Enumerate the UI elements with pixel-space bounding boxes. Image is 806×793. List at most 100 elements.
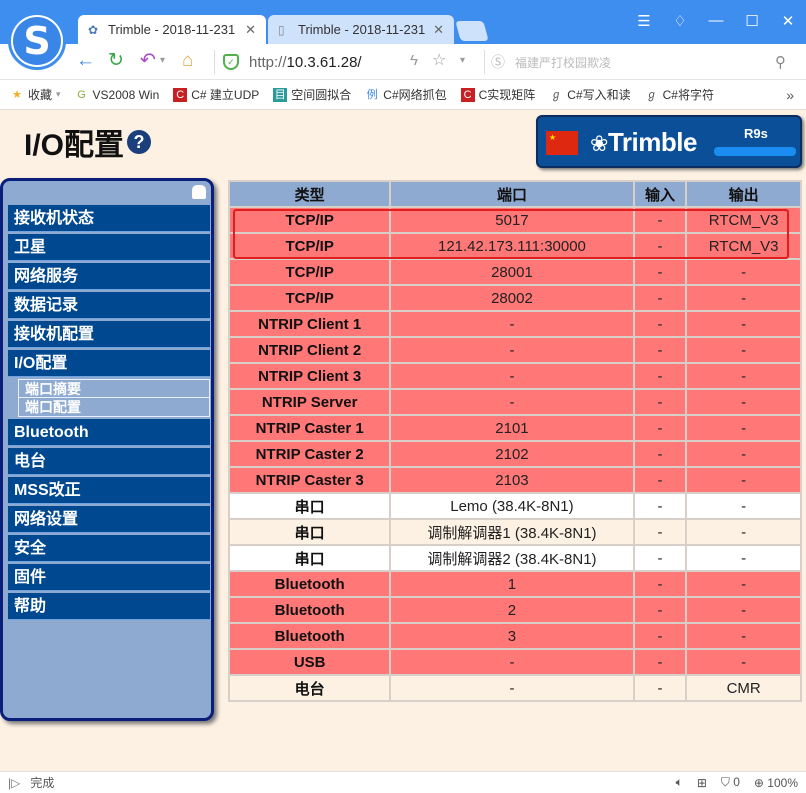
cell-port: - bbox=[389, 388, 635, 416]
table-row[interactable]: Bluetooth 3- - bbox=[227, 622, 802, 650]
sidebar-item-bluetooth[interactable]: Bluetooth bbox=[8, 419, 210, 446]
cell-port: 5017 bbox=[389, 206, 635, 234]
table-row[interactable]: NTRIP Client 3--- bbox=[227, 362, 802, 390]
undo-icon[interactable]: ↶ bbox=[140, 51, 156, 71]
column-header-input: 输入 bbox=[632, 180, 688, 208]
cell-output: - bbox=[685, 362, 802, 390]
column-header-output: 输出 bbox=[685, 180, 802, 208]
table-row[interactable]: TCP/IP 5017- RTCM_V3 bbox=[227, 206, 802, 234]
lightning-icon[interactable]: ϟ bbox=[410, 51, 418, 71]
sidebar-item-mss[interactable]: MSS改正 bbox=[8, 477, 210, 504]
bookmark-item[interactable]: C C# 建立UDP bbox=[173, 86, 259, 103]
sidebar-item-help[interactable]: 帮助 bbox=[8, 593, 210, 620]
table-row[interactable]: Bluetooth 1- - bbox=[227, 570, 802, 598]
table-row[interactable]: 串口 Lemo (38.4K-8N1) - - bbox=[227, 492, 802, 520]
sidebar-subitem-port-config[interactable]: 端口配置 bbox=[19, 398, 209, 416]
cell-output: CMR bbox=[685, 674, 802, 702]
cell-output: - bbox=[685, 466, 802, 494]
cell-input: - bbox=[632, 310, 688, 338]
paw-icon: ℊ bbox=[646, 88, 658, 101]
bookmark-item[interactable]: 目空间圆拟合 bbox=[273, 86, 351, 103]
sidebar-item-network-settings[interactable]: 网络设置 bbox=[8, 506, 210, 533]
bookmark-item[interactable]: ℊ C#将字符 bbox=[645, 86, 714, 103]
close-tab-icon[interactable]: ✕ bbox=[245, 22, 256, 38]
magnifier-icon[interactable]: ⚲ bbox=[775, 53, 786, 71]
model-label: R9s bbox=[744, 126, 768, 141]
cell-input: - bbox=[632, 596, 688, 624]
menu-icon[interactable]: ☰ bbox=[626, 12, 662, 30]
sidebar-item-receiver-config[interactable]: 接收机配置 bbox=[8, 321, 210, 348]
sidebar-item-receiver-status[interactable]: 接收机状态 bbox=[8, 205, 210, 232]
close-window-icon[interactable]: ✕ bbox=[770, 12, 806, 30]
cell-port: - bbox=[389, 674, 635, 702]
table-row[interactable]: NTRIP Client 1--- bbox=[227, 310, 802, 338]
new-tab-button[interactable] bbox=[455, 21, 489, 41]
table-row[interactable]: NTRIP Client 2--- bbox=[227, 336, 802, 364]
table-row[interactable]: NTRIP Server - - - bbox=[227, 388, 802, 416]
bookmark-item[interactable]: C C实现矩阵 bbox=[460, 86, 535, 103]
home-icon[interactable]: ⌂ bbox=[182, 51, 193, 71]
refresh-icon[interactable]: ↻ bbox=[108, 51, 124, 71]
star-icon[interactable]: ☆ bbox=[432, 51, 446, 71]
skin-icon[interactable]: ♢ bbox=[662, 12, 698, 30]
bookmark-item[interactable]: ℊ C#写入和读 bbox=[549, 86, 631, 103]
speaker-icon[interactable]: 🔈︎ bbox=[676, 775, 683, 790]
help-icon[interactable]: ? bbox=[127, 130, 152, 154]
sidebar-item-network-services[interactable]: 网络服务 bbox=[8, 263, 210, 290]
sidebar-item-firmware[interactable]: 固件 bbox=[8, 564, 210, 591]
table-row[interactable]: 串口 调制解调器2 (38.4K-8N1) - - bbox=[227, 544, 802, 572]
cell-input: - bbox=[632, 388, 688, 416]
bookmark-item[interactable]: 例 C#网络抓包 bbox=[365, 86, 447, 103]
table-row[interactable]: TCP/IP 121.42.173.111:30000- RTCM_V3 bbox=[227, 232, 802, 260]
tab-inactive[interactable]: ▯ Trimble - 2018-11-231 ✕ bbox=[268, 15, 454, 44]
sidebar-item-io-config[interactable]: I/O配置 bbox=[8, 350, 210, 377]
zoom-icon[interactable]: ⊕ 100% bbox=[754, 776, 798, 790]
cell-output: - bbox=[685, 258, 802, 286]
cell-type: TCP/IP bbox=[227, 284, 392, 312]
cell-input: - bbox=[632, 648, 688, 676]
table-row[interactable]: NTRIP Caster 1 2101- - bbox=[227, 414, 802, 442]
adblock-icon[interactable]: ⛉ 0 bbox=[721, 775, 740, 790]
cell-input: - bbox=[632, 440, 688, 468]
chevron-down-icon[interactable]: ▾ bbox=[460, 51, 465, 71]
maximize-icon[interactable]: ☐ bbox=[734, 12, 770, 30]
more-bookmarks-button[interactable]: » bbox=[786, 87, 794, 103]
search-input[interactable]: Ⓢ 福建严打校园欺凌 ⚲ bbox=[484, 50, 798, 74]
sidebar-item-data-logging[interactable]: 数据记录 bbox=[8, 292, 210, 319]
c-icon: C bbox=[173, 87, 188, 102]
download-icon[interactable]: ⊞ bbox=[697, 776, 707, 790]
play-icon[interactable]: |▷ bbox=[8, 776, 20, 790]
table-row[interactable]: TCP/IP 28001- - bbox=[227, 258, 802, 286]
bookmark-item[interactable]: G VS2008 Win bbox=[75, 88, 159, 102]
sidebar-item-satellites[interactable]: 卫星 bbox=[8, 234, 210, 261]
lock-icon[interactable] bbox=[192, 185, 206, 199]
minimize-icon[interactable]: — bbox=[698, 12, 734, 30]
table-row[interactable]: Bluetooth 2- - bbox=[227, 596, 802, 624]
browser-logo: S bbox=[8, 12, 66, 70]
sidebar-item-security[interactable]: 安全 bbox=[8, 535, 210, 562]
chevron-down-icon[interactable]: ▾ bbox=[160, 51, 165, 71]
table-row[interactable]: USB - - - bbox=[227, 648, 802, 676]
zoom-level: 100% bbox=[767, 775, 798, 790]
sidebar-item-radio[interactable]: 电台 bbox=[8, 448, 210, 475]
table-row[interactable]: NTRIP Caster 3 2103- - bbox=[227, 466, 802, 494]
cell-type: Bluetooth bbox=[227, 596, 392, 624]
back-arrow-icon[interactable]: ← bbox=[76, 51, 95, 71]
tab-active[interactable]: ✿ Trimble - 2018-11-231 ✕ bbox=[78, 15, 266, 44]
table-row[interactable]: 串口 调制解调器1 (38.4K-8N1) - - bbox=[227, 518, 802, 546]
bookmark-favorites[interactable]: ★ 收藏 ▾ bbox=[10, 86, 60, 103]
table-row[interactable]: NTRIP Caster 2 2102- - bbox=[227, 440, 802, 468]
cell-port: 28002 bbox=[389, 284, 635, 312]
column-header-type: 类型 bbox=[227, 180, 392, 208]
bookmarks-bar: ★ 收藏 ▾ G VS2008 Win C C# 建立UDP 目空间圆拟合 例 C#网络抓… bbox=[0, 80, 806, 110]
close-tab-icon[interactable]: ✕ bbox=[433, 22, 444, 38]
sidebar-subitem-port-summary[interactable]: 端口摘要 bbox=[19, 380, 209, 398]
cell-input: - bbox=[632, 414, 688, 442]
status-text: 完成 bbox=[30, 776, 55, 790]
page-icon: ▯ bbox=[278, 22, 285, 37]
cell-input: - bbox=[632, 492, 688, 520]
table-row[interactable]: TCP/IP 28002- - bbox=[227, 284, 802, 312]
table-row[interactable]: 电台 - - CMR bbox=[227, 674, 802, 702]
search-placeholder: 福建严打校园欺凌 bbox=[515, 55, 612, 70]
cell-input: - bbox=[632, 206, 688, 234]
